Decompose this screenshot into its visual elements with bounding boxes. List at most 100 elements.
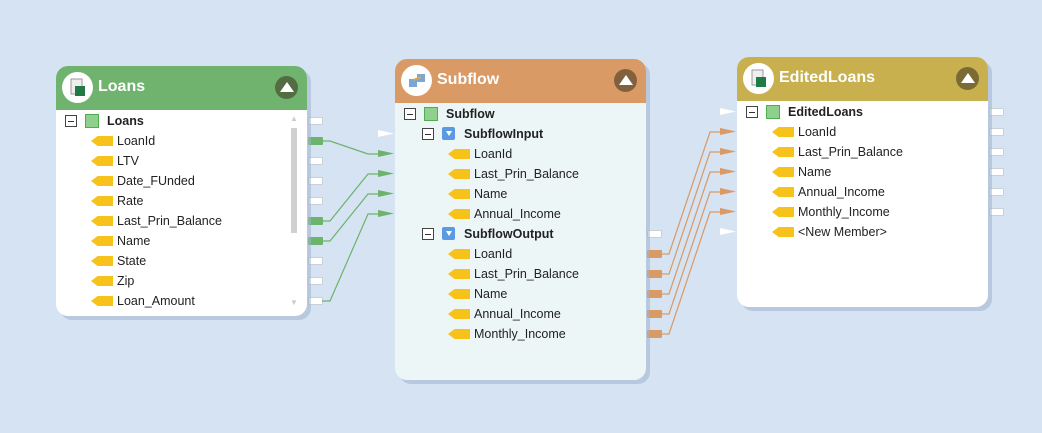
input-port-arrow[interactable]: [720, 208, 736, 215]
field-row[interactable]: LoanId: [395, 244, 646, 264]
edited-loans-node-header[interactable]: EditedLoans: [737, 57, 988, 101]
subflow-node-header[interactable]: Subflow: [395, 59, 646, 103]
collapse-toggle[interactable]: [422, 128, 434, 140]
output-port[interactable]: [308, 117, 323, 125]
field-row[interactable]: Zip: [56, 271, 307, 291]
input-port-arrow[interactable]: [378, 170, 394, 177]
collapse-toggle[interactable]: [404, 108, 416, 120]
connection-line[interactable]: [661, 171, 720, 295]
connection-line[interactable]: [322, 140, 378, 155]
collapse-toggle[interactable]: [65, 115, 77, 127]
loans-node[interactable]: Loans Loans LoanId LTV Date_FUnded Rate Last_…: [56, 66, 307, 316]
connection-line[interactable]: [661, 211, 720, 335]
field-row[interactable]: <New Member>: [737, 222, 988, 242]
field-row[interactable]: Name: [737, 162, 988, 182]
connection-line[interactable]: [322, 193, 378, 242]
field-row[interactable]: Annual_Income: [395, 204, 646, 224]
input-port-arrow[interactable]: [720, 168, 736, 175]
field-label: <New Member>: [798, 225, 887, 239]
scroll-up-icon[interactable]: ▲: [290, 114, 298, 123]
field-icon: [772, 127, 794, 137]
input-port-arrow[interactable]: [378, 190, 394, 197]
field-row[interactable]: Name: [56, 231, 307, 251]
output-port[interactable]: [308, 277, 323, 285]
output-port[interactable]: [647, 250, 662, 258]
field-row[interactable]: LoanId: [56, 131, 307, 151]
output-port[interactable]: [647, 290, 662, 298]
collapse-icon[interactable]: [275, 76, 298, 99]
connection-line[interactable]: [661, 191, 720, 315]
field-icon: [91, 256, 113, 266]
input-port-arrow[interactable]: [378, 210, 394, 217]
field-row[interactable]: LTV: [56, 151, 307, 171]
output-port[interactable]: [989, 148, 1004, 156]
output-port[interactable]: [647, 330, 662, 338]
output-port[interactable]: [989, 188, 1004, 196]
field-label: Last_Prin_Balance: [474, 167, 579, 181]
field-row[interactable]: Loan_Amount: [56, 291, 307, 311]
field-row[interactable]: Annual_Income: [395, 304, 646, 324]
input-port-arrow[interactable]: [720, 148, 736, 155]
input-port-arrow[interactable]: [720, 108, 736, 115]
subflow-icon: [401, 65, 432, 96]
field-label: LoanId: [798, 125, 837, 139]
group-row[interactable]: SubflowOutput: [395, 224, 646, 244]
field-row[interactable]: Rate: [56, 191, 307, 211]
input-port-arrow[interactable]: [720, 128, 736, 135]
field-row[interactable]: Last_Prin_Balance: [737, 142, 988, 162]
input-port-arrow[interactable]: [720, 188, 736, 195]
output-port[interactable]: [308, 177, 323, 185]
output-port[interactable]: [308, 237, 323, 245]
connection-line[interactable]: [322, 213, 378, 302]
field-row[interactable]: Monthly_Income: [737, 202, 988, 222]
output-port[interactable]: [308, 137, 323, 145]
output-port[interactable]: [647, 310, 662, 318]
output-port[interactable]: [647, 270, 662, 278]
output-port[interactable]: [989, 208, 1004, 216]
field-row[interactable]: Last_Prin_Balance: [395, 264, 646, 284]
input-port-arrow[interactable]: [378, 150, 394, 157]
field-row[interactable]: Name: [395, 284, 646, 304]
collapse-toggle[interactable]: [422, 228, 434, 240]
output-port[interactable]: [308, 257, 323, 265]
collapse-toggle[interactable]: [746, 106, 758, 118]
output-port[interactable]: [989, 128, 1004, 136]
field-label: Last_Prin_Balance: [798, 145, 903, 159]
field-row[interactable]: Monthly_Income: [395, 324, 646, 344]
connection-line[interactable]: [661, 151, 720, 275]
excel-file-icon: [62, 72, 93, 103]
field-row[interactable]: State: [56, 251, 307, 271]
connection-line[interactable]: [322, 173, 378, 222]
scroll-down-icon[interactable]: ▼: [290, 298, 298, 307]
field-row[interactable]: Name: [395, 184, 646, 204]
output-port[interactable]: [308, 297, 323, 305]
scrollbar[interactable]: [291, 128, 297, 233]
root-row[interactable]: EditedLoans: [737, 102, 988, 122]
output-port[interactable]: [989, 168, 1004, 176]
output-port[interactable]: [647, 230, 662, 238]
group-row[interactable]: SubflowInput: [395, 124, 646, 144]
subflow-node[interactable]: Subflow Subflow SubflowInput LoanId Last_Pr…: [395, 59, 646, 380]
input-port-arrow[interactable]: [720, 228, 736, 235]
collapse-icon[interactable]: [614, 69, 637, 92]
edited-loans-node[interactable]: EditedLoans EditedLoans LoanId Last_Prin_B…: [737, 57, 988, 307]
output-port[interactable]: [308, 197, 323, 205]
output-port[interactable]: [989, 108, 1004, 116]
field-row[interactable]: Date_FUnded: [56, 171, 307, 191]
field-row[interactable]: Annual_Income: [737, 182, 988, 202]
field-icon: [91, 156, 113, 166]
field-label: Rate: [117, 194, 144, 208]
root-row[interactable]: Subflow: [395, 104, 646, 124]
field-row[interactable]: Last_Prin_Balance: [56, 211, 307, 231]
field-row[interactable]: LoanId: [395, 144, 646, 164]
output-port[interactable]: [308, 157, 323, 165]
field-row[interactable]: LoanId: [737, 122, 988, 142]
field-label: Annual_Income: [798, 185, 885, 199]
field-row[interactable]: Last_Prin_Balance: [395, 164, 646, 184]
root-row[interactable]: Loans: [56, 111, 307, 131]
collapse-icon[interactable]: [956, 67, 979, 90]
loans-node-header[interactable]: Loans: [56, 66, 307, 110]
connection-line[interactable]: [661, 131, 720, 255]
input-port-arrow[interactable]: [378, 130, 394, 137]
output-port[interactable]: [308, 217, 323, 225]
